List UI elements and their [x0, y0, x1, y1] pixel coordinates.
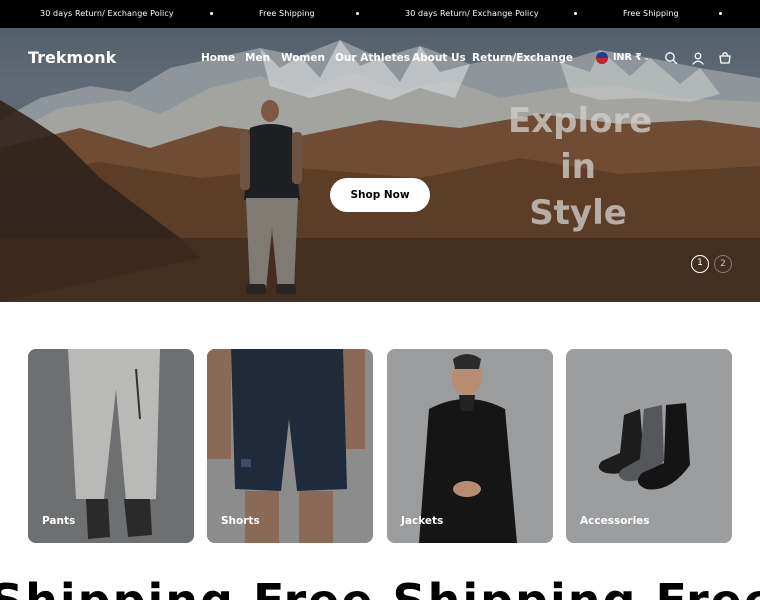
separator-dot	[210, 12, 213, 15]
category-label: Pants	[42, 515, 76, 527]
nav-men[interactable]: Men	[245, 51, 270, 65]
category-label: Shorts	[221, 515, 260, 527]
currency-selector[interactable]: INR ₹	[613, 52, 642, 64]
hero-headline: Explore in Style	[508, 98, 653, 236]
announcement-return-policy[interactable]: 30 days Return/ Exchange Policy	[40, 0, 174, 28]
separator-dot	[574, 12, 577, 15]
shop-now-button[interactable]: Shop Now	[330, 178, 430, 212]
hero-headline-line: Explore	[508, 101, 653, 141]
announcement-bar: 30 days Return/ Exchange Policy Free Shi…	[0, 0, 760, 28]
separator-dot	[719, 12, 722, 15]
nav-women[interactable]: Women	[281, 51, 325, 65]
site-logo[interactable]: Trekmonk	[28, 48, 116, 68]
announcement-return-policy[interactable]: 30 days Return/ Exchange Policy	[405, 0, 539, 28]
hero-headline-line: Style	[529, 193, 627, 233]
separator-dot	[356, 12, 359, 15]
announcement-free-shipping[interactable]: Free Shipping	[259, 0, 315, 28]
slide-indicator-1[interactable]: 1	[691, 255, 709, 273]
category-card-accessories[interactable]: Accessories	[566, 349, 732, 543]
cart-icon[interactable]	[718, 51, 732, 65]
nav-home[interactable]: Home	[201, 51, 235, 65]
chevron-down-icon[interactable]: ⌄	[643, 53, 650, 63]
announcement-free-shipping[interactable]: Free Shipping	[623, 0, 679, 28]
category-label: Accessories	[580, 515, 650, 527]
nav-about-us[interactable]: About Us	[412, 51, 466, 65]
slide-indicator-2[interactable]: 2	[714, 255, 732, 273]
category-label: Jackets	[401, 515, 444, 527]
category-card-jackets[interactable]: Jackets	[387, 349, 553, 543]
scrolling-marquee: Shipping Free Shipping Free	[0, 578, 760, 600]
account-icon[interactable]	[691, 51, 705, 65]
nav-return-exchange[interactable]: Return/Exchange	[472, 51, 573, 65]
flag-icon[interactable]	[596, 52, 608, 64]
category-card-pants[interactable]: Pants	[28, 349, 194, 543]
nav-our-athletes[interactable]: Our Athletes	[335, 51, 410, 65]
category-card-shorts[interactable]: Shorts	[207, 349, 373, 543]
search-icon[interactable]	[664, 51, 678, 65]
marquee-text: Shipping Free Shipping Free	[0, 578, 760, 600]
hero-headline-line: in	[560, 147, 596, 187]
